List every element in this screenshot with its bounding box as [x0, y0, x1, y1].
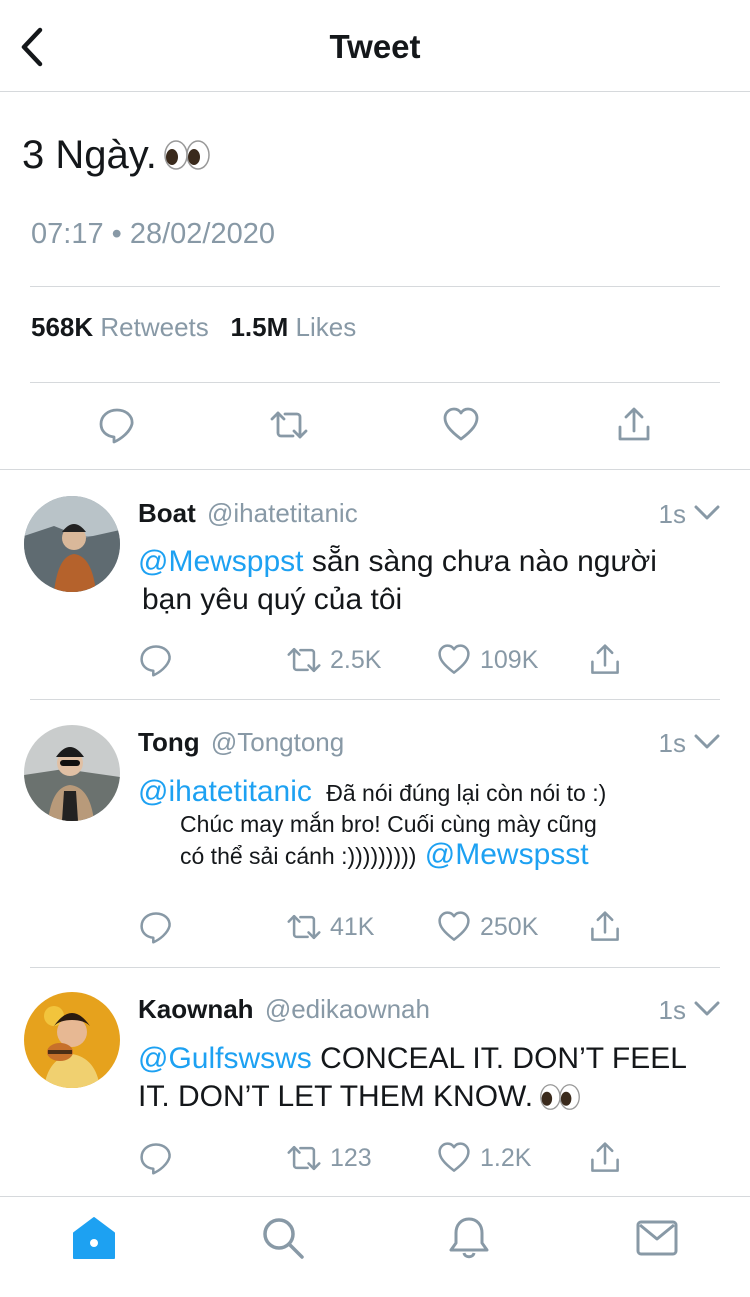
reply-header: Kaownah @edikaownah	[138, 994, 430, 1025]
like-button[interactable]: 250K	[436, 909, 538, 945]
like-count: 1.2K	[480, 1143, 532, 1172]
share-icon	[587, 642, 623, 678]
retweet-icon	[286, 1140, 322, 1176]
reply-action-bar: 41K 250K	[0, 909, 750, 949]
like-icon	[436, 642, 472, 678]
likes-count[interactable]: 1.5M	[230, 312, 288, 342]
username[interactable]: @edikaownah	[265, 994, 430, 1024]
tweet-action-bar	[0, 405, 750, 449]
home-icon[interactable]	[71, 1215, 117, 1261]
reply-text-line: có thể sải cánh :)))))))))	[180, 843, 417, 869]
reply-text: @ihatetitanic Đã nói đúng lại còn nói to…	[138, 773, 606, 872]
reply-button[interactable]	[138, 909, 174, 945]
page-title: Tweet	[329, 28, 421, 65]
retweet-count: 41K	[330, 912, 375, 941]
chevron-down-icon[interactable]	[694, 1000, 720, 1018]
retweet-icon[interactable]	[269, 405, 309, 445]
like-count: 250K	[480, 912, 539, 941]
likes-label[interactable]: Likes	[296, 312, 357, 342]
reply-text-line: bạn yêu quý của tôi	[142, 583, 403, 616]
divider	[30, 699, 720, 700]
retweet-icon	[286, 642, 322, 678]
share-icon	[587, 1140, 623, 1176]
tweet-text-content: 3 Ngày.	[22, 133, 157, 177]
reply-time: 1s	[658, 499, 686, 529]
reply-button[interactable]	[138, 642, 174, 678]
divider	[30, 967, 720, 968]
like-button[interactable]: 109K	[436, 642, 538, 678]
divider	[0, 469, 750, 470]
share-icon	[587, 909, 623, 945]
mention-link[interactable]: @ihatetitanic	[138, 775, 312, 808]
like-count: 109K	[480, 645, 539, 674]
share-icon[interactable]	[614, 405, 654, 445]
top-bar: Tweet	[0, 0, 750, 92]
username[interactable]: @ihatetitanic	[207, 498, 358, 528]
retweet-count: 123	[330, 1143, 372, 1172]
retweets-count[interactable]: 568K	[31, 312, 93, 342]
reply-item[interactable]: Boat @ihatetitanic 1s @Mewsppst sẵn sàng…	[0, 496, 750, 696]
retweet-count: 2.5K	[330, 645, 382, 674]
like-icon	[436, 909, 472, 945]
mention-link[interactable]: @Gulfswsws	[138, 1042, 312, 1075]
share-button[interactable]	[587, 909, 623, 945]
reply-text-line: Đã nói đúng lại còn nói to :)	[326, 780, 607, 806]
reply-action-bar: 123 1.2K	[0, 1140, 750, 1180]
retweets-label[interactable]: Retweets	[100, 312, 208, 342]
reply-text-line: Chúc may mắn bro! Cuối cùng mày cũng	[180, 811, 597, 837]
display-name[interactable]: Kaownah	[138, 994, 254, 1024]
bottom-tab-bar	[0, 1196, 750, 1297]
retweet-button[interactable]: 41K	[286, 909, 374, 945]
reply-text-line: CONCEAL IT. DON’T FEEL	[320, 1042, 687, 1075]
divider	[30, 382, 720, 383]
retweet-button[interactable]: 2.5K	[286, 642, 381, 678]
avatar[interactable]	[24, 725, 120, 821]
reply-icon	[138, 1140, 174, 1176]
share-button[interactable]	[587, 642, 623, 678]
reply-text: @Mewsppst sẵn sàng chưa nào người bạn yê…	[138, 543, 657, 619]
tweet-timestamp: 07:17 • 28/02/2020	[31, 218, 275, 250]
retweet-icon	[286, 909, 322, 945]
reply-header: Boat @ihatetitanic	[138, 498, 358, 529]
username[interactable]: @Tongtong	[211, 727, 344, 757]
divider	[30, 286, 720, 287]
chevron-down-icon[interactable]	[694, 504, 720, 522]
tweet-stats: 568K Retweets 1.5M Likes	[31, 312, 356, 343]
tweet-text: 3 Ngày.	[22, 133, 211, 178]
avatar[interactable]	[24, 992, 120, 1088]
reply-time: 1s	[658, 728, 686, 758]
share-button[interactable]	[587, 1140, 623, 1176]
like-icon	[436, 1140, 472, 1176]
search-icon[interactable]	[260, 1215, 306, 1261]
reply-text-line: IT. DON’T LET THEM KNOW.	[138, 1080, 534, 1113]
eyes-emoji-icon	[163, 138, 211, 172]
messages-icon[interactable]	[634, 1215, 680, 1261]
mention-link[interactable]: @Mewspsst	[425, 838, 589, 871]
reply-icon	[138, 909, 174, 945]
mention-link[interactable]: @Mewsppst	[138, 545, 304, 578]
avatar[interactable]	[24, 496, 120, 592]
reply-header: Tong @Tongtong	[138, 727, 344, 758]
notifications-icon[interactable]	[446, 1215, 492, 1261]
eyes-emoji-icon	[539, 1082, 581, 1112]
display-name[interactable]: Boat	[138, 498, 196, 528]
reply-item[interactable]: Tong @Tongtong 1s @ihatetitanic Đã nói đ…	[0, 725, 750, 965]
reply-text: @Gulfswsws CONCEAL IT. DON’T FEEL IT. DO…	[138, 1040, 687, 1116]
reply-icon	[138, 642, 174, 678]
reply-time: 1s	[658, 995, 686, 1025]
like-icon[interactable]	[441, 405, 481, 445]
like-button[interactable]: 1.2K	[436, 1140, 531, 1176]
display-name[interactable]: Tong	[138, 727, 200, 757]
chevron-down-icon[interactable]	[694, 733, 720, 751]
reply-button[interactable]	[138, 1140, 174, 1176]
reply-icon[interactable]	[97, 405, 137, 445]
reply-action-bar: 2.5K 109K	[0, 642, 750, 682]
reply-item[interactable]: Kaownah @edikaownah 1s @Gulfswsws CONCEA…	[0, 992, 750, 1192]
retweet-button[interactable]: 123	[286, 1140, 372, 1176]
reply-text-line: sẵn sàng chưa nào người	[311, 545, 657, 578]
